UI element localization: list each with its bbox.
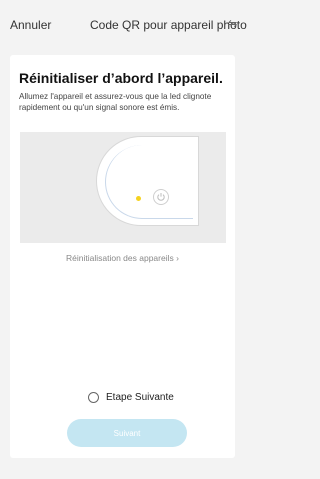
- page-title: Réinitialiser d’abord l’appareil.: [19, 70, 223, 86]
- instruction-card: Réinitialiser d’abord l’appareil. Allume…: [10, 55, 235, 458]
- instruction-text: Allumez l'appareil et assurez-vous que l…: [19, 92, 212, 112]
- device-face: [105, 145, 193, 219]
- reset-devices-link[interactable]: Réinitialisation des appareils ›: [10, 253, 235, 263]
- qr-mode-label[interactable]: Code QR pour appareil photo: [90, 18, 247, 32]
- next-button[interactable]: Suivant: [67, 419, 187, 447]
- confirm-step-option[interactable]: Etape Suivante: [88, 392, 174, 403]
- top-bar: Annuler Code QR pour appareil photo ⇋: [0, 0, 247, 50]
- led-indicator-icon: [136, 196, 141, 201]
- cancel-button[interactable]: Annuler: [10, 18, 51, 32]
- reset-devices-label: Réinitialisation des appareils: [66, 253, 174, 263]
- swap-arrows-icon[interactable]: ⇋: [228, 17, 237, 30]
- chevron-right-icon: ›: [176, 253, 179, 263]
- confirm-step-label: Etape Suivante: [106, 392, 174, 403]
- device-illustration: [20, 132, 226, 243]
- radio-button[interactable]: [88, 392, 99, 403]
- device-image: [96, 136, 199, 226]
- power-button-icon: [153, 189, 169, 205]
